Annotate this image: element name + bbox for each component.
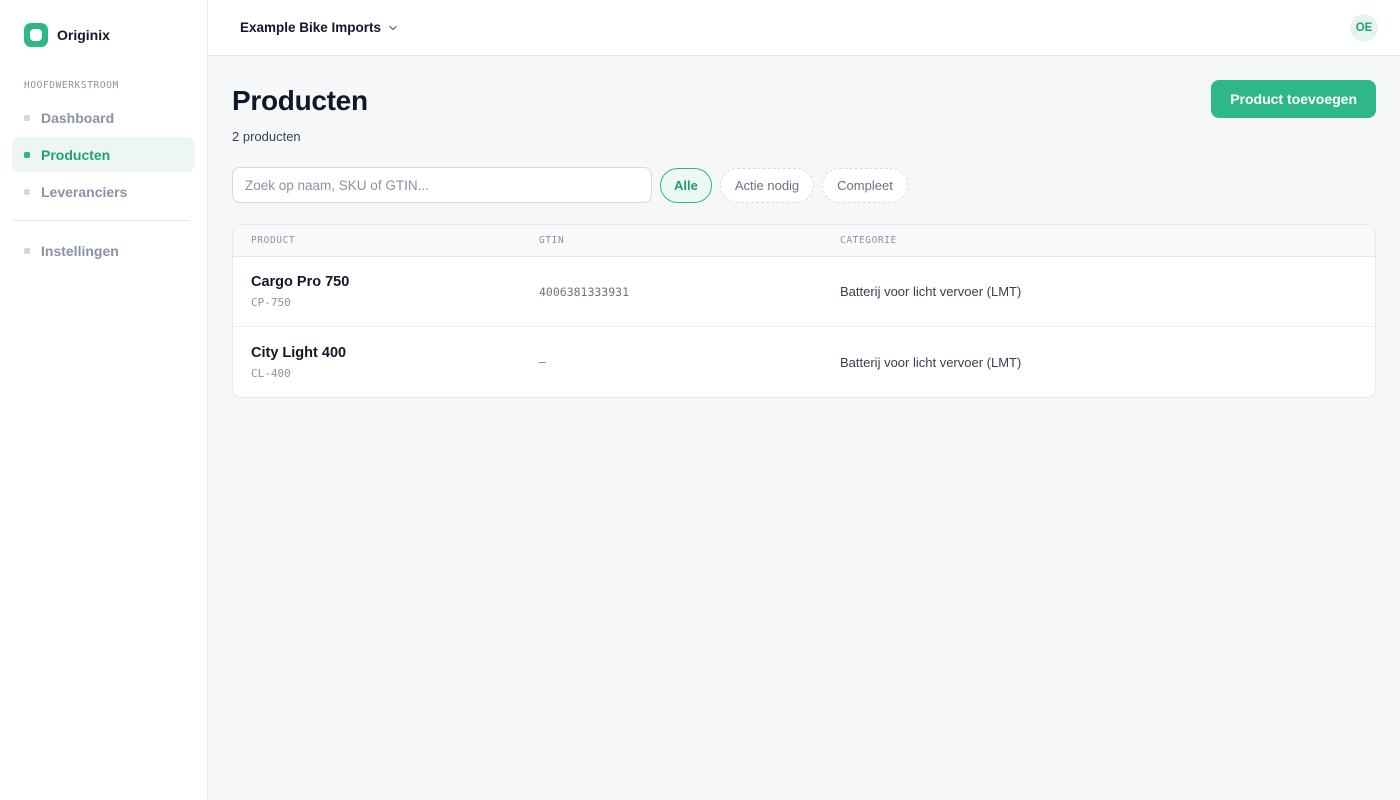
bullet-icon (24, 247, 30, 254)
gtin-cell: 4006381333931 (539, 284, 630, 299)
filter-chip-actie-nodig[interactable]: Actie nodig (719, 167, 815, 203)
product-count: 2 producten (232, 129, 301, 144)
sidebar: Originix HOOFDWERKSTROOM Dashboard Produ… (0, 0, 208, 800)
sidebar-item-label: Leveranciers (41, 183, 128, 200)
sidebar-item-dashboard[interactable]: Dashboard (12, 100, 195, 135)
content: Producten 2 producten Product toevoegen … (208, 56, 1400, 398)
sidebar-item-label: Producten (41, 146, 111, 163)
avatar[interactable]: OE (1350, 13, 1378, 42)
product-sku: CL-400 (251, 366, 291, 380)
sidebar-item-leveranciers[interactable]: Leveranciers (12, 174, 195, 209)
topbar: Example Bike Imports OE (208, 0, 1400, 56)
org-name: Example Bike Imports (240, 20, 382, 35)
table-header: PRODUCT GTIN CATEGORIE (233, 225, 1375, 257)
nav-section-label: HOOFDWERKSTROOM (24, 80, 119, 91)
product-sku: CP-750 (251, 296, 291, 309)
brand-name: Originix (57, 27, 110, 43)
table-row[interactable]: Cargo Pro 750 CP-750 4006381333931 Batte… (233, 257, 1375, 327)
table-row[interactable]: City Light 400 CL-400 – Batterij voor li… (233, 327, 1375, 397)
filter-chip-alle[interactable]: Alle (660, 167, 712, 203)
sidebar-item-producten[interactable]: Producten (12, 137, 195, 172)
search-input[interactable] (232, 167, 652, 203)
page-header: Producten 2 producten Product toevoegen (232, 80, 1376, 144)
category-cell: Batterij voor licht vervoer (LMT) (840, 284, 1022, 299)
gtin-cell: – (539, 355, 546, 369)
column-header-product[interactable]: PRODUCT (233, 235, 539, 246)
sidebar-item-label: Instellingen (41, 242, 119, 259)
filter-chip-compleet[interactable]: Compleet (822, 167, 908, 203)
page-title: Producten (232, 85, 368, 116)
app-root: Originix HOOFDWERKSTROOM Dashboard Produ… (0, 0, 1400, 800)
product-cell: Cargo Pro 750 CP-750 (233, 274, 539, 309)
add-product-button[interactable]: Product toevoegen (1211, 80, 1376, 118)
sidebar-item-label: Dashboard (41, 109, 115, 126)
logo-icon (24, 23, 48, 47)
bullet-icon (24, 151, 30, 158)
main-area: Example Bike Imports OE Producten 2 prod… (208, 0, 1400, 800)
org-switcher[interactable]: Example Bike Imports (240, 20, 398, 35)
bullet-icon (24, 188, 30, 195)
bullet-icon (24, 114, 30, 121)
product-name[interactable]: City Light 400 (251, 345, 539, 361)
filter-bar: Alle Actie nodig Compleet (232, 167, 1376, 203)
brand[interactable]: Originix (12, 22, 195, 48)
chevron-down-icon (388, 23, 398, 33)
sidebar-item-instellingen[interactable]: Instellingen (12, 233, 195, 268)
sidebar-divider (12, 220, 189, 221)
column-header-gtin[interactable]: GTIN (539, 235, 840, 246)
product-name[interactable]: Cargo Pro 750 (251, 274, 539, 290)
column-header-category[interactable]: CATEGORIE (840, 235, 1375, 246)
product-cell: City Light 400 CL-400 (233, 345, 539, 380)
category-cell: Batterij voor licht vervoer (LMT) (840, 354, 1022, 370)
products-table: PRODUCT GTIN CATEGORIE Cargo Pro 750 CP-… (232, 224, 1376, 398)
